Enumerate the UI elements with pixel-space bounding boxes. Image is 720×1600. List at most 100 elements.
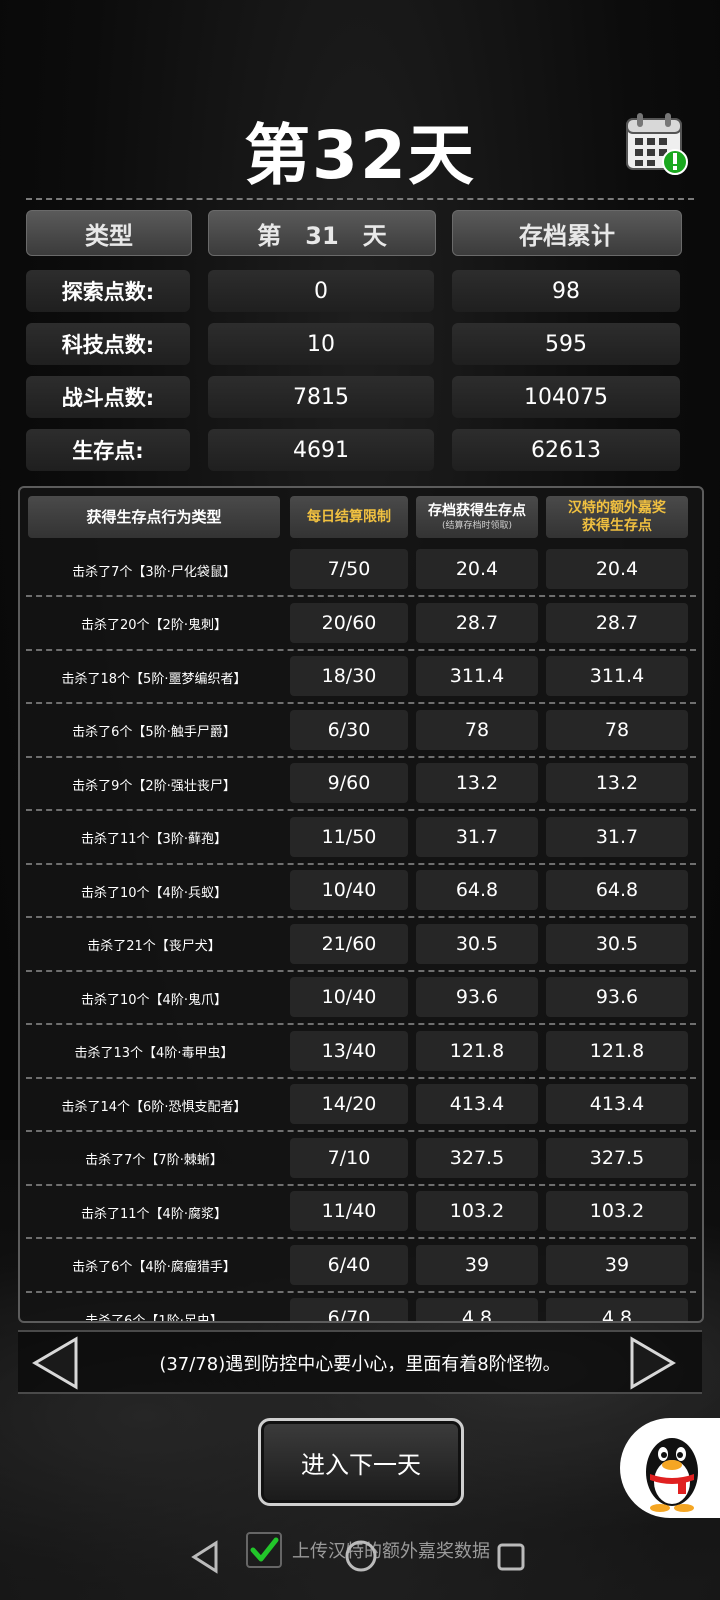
summary-header-total: 存档累计 bbox=[452, 210, 682, 256]
row-daily-limit: 13/40 bbox=[290, 1030, 408, 1071]
summary-label-battle: 战斗点数: bbox=[26, 376, 190, 418]
row-action: 击杀了13个【4阶·毒甲虫】 bbox=[74, 1046, 234, 1061]
summary-value-survival-day: 4691 bbox=[208, 429, 434, 471]
summary-value-tech-day: 10 bbox=[208, 323, 434, 365]
row-save-points: 78 bbox=[416, 709, 538, 750]
row-daily-limit: 6/30 bbox=[290, 709, 408, 750]
row-daily-limit: 21/60 bbox=[290, 923, 408, 964]
row-bonus-points: 121.8 bbox=[546, 1030, 688, 1071]
row-daily-limit: 11/40 bbox=[290, 1191, 408, 1231]
summary-value-battle-day: 7815 bbox=[208, 376, 434, 418]
row-daily-limit: 6/70 bbox=[290, 1298, 408, 1321]
row-bonus-points: 30.5 bbox=[546, 923, 688, 964]
row-action: 击杀了7个【7阶·棘蜥】 bbox=[85, 1153, 223, 1168]
summary-label-explore: 探索点数: bbox=[26, 270, 190, 312]
row-save-points: 31.7 bbox=[416, 816, 538, 857]
table-row: 击杀了11个【4阶·腐浆】 11/40 103.2 103.2 bbox=[20, 1186, 702, 1239]
row-action: 击杀了14个【6阶·恐惧支配者】 bbox=[61, 1099, 247, 1115]
summary-value-battle-total: 104075 bbox=[452, 376, 680, 418]
table-row: 击杀了6个【1阶·足虫】 6/70 4.8 4.8 bbox=[20, 1293, 702, 1323]
recents-nav-icon[interactable] bbox=[496, 1542, 526, 1576]
row-save-points: 30.5 bbox=[416, 923, 538, 964]
row-bonus-points: 93.6 bbox=[546, 977, 688, 1017]
table-row: 击杀了20个【2阶·鬼刺】 20/60 28.7 28.7 bbox=[20, 598, 702, 651]
table-row: 击杀了21个【丧尸犬】 21/60 30.5 30.5 bbox=[20, 919, 702, 972]
row-action: 击杀了6个【4阶·腐瘤猎手】 bbox=[72, 1260, 236, 1275]
row-save-points: 311.4 bbox=[416, 656, 538, 696]
row-save-points: 39 bbox=[416, 1244, 538, 1285]
row-action: 击杀了7个【3阶·尸化袋鼠】 bbox=[72, 564, 236, 580]
row-daily-limit: 10/40 bbox=[290, 870, 408, 910]
page-title: 第32天 bbox=[244, 117, 476, 194]
table-row: 击杀了6个【5阶·触手尸爵】 6/30 78 78 bbox=[20, 705, 702, 758]
next-day-button[interactable]: 进入下一天 bbox=[258, 1418, 464, 1506]
row-save-points: 4.8 bbox=[416, 1298, 538, 1321]
col-header-save: 存档获得生存点 (结算存档时领取) bbox=[416, 496, 538, 538]
col-header-action: 获得生存点行为类型 bbox=[28, 496, 280, 538]
col-header-limit: 每日结算限制 bbox=[290, 496, 408, 538]
row-bonus-points: 28.7 bbox=[546, 602, 688, 643]
table-row: 击杀了9个【2阶·强壮丧尸】 9/60 13.2 13.2 bbox=[20, 758, 702, 811]
row-save-points: 93.6 bbox=[416, 977, 538, 1017]
row-bonus-points: 39 bbox=[546, 1244, 688, 1285]
col-header-bonus: 汉特的额外嘉奖 获得生存点 bbox=[546, 496, 688, 538]
home-nav-icon[interactable] bbox=[343, 1538, 379, 1578]
row-action: 击杀了18个【5阶·噩梦编织者】 bbox=[61, 671, 247, 687]
row-daily-limit: 7/10 bbox=[290, 1137, 408, 1178]
table-row: 击杀了13个【4阶·毒甲虫】 13/40 121.8 121.8 bbox=[20, 1026, 702, 1079]
checkmark-icon bbox=[250, 1537, 279, 1562]
row-daily-limit: 6/40 bbox=[290, 1244, 408, 1285]
row-action: 击杀了10个【4阶·兵蚁】 bbox=[81, 885, 227, 901]
row-action: 击杀了6个【1阶·足虫】 bbox=[85, 1313, 223, 1323]
table-row: 击杀了18个【5阶·噩梦编织者】 18/30 311.4 311.4 bbox=[20, 651, 702, 704]
row-bonus-points: 103.2 bbox=[546, 1191, 688, 1231]
tip-text: (37/78)遇到防控中心要小心，里面有着8阶怪物。 bbox=[159, 1354, 561, 1375]
triangle-left-icon[interactable] bbox=[30, 1336, 80, 1390]
row-action: 击杀了20个【2阶·鬼刺】 bbox=[81, 618, 227, 633]
table-row: 击杀了14个【6阶·恐惧支配者】 14/20 413.4 413.4 bbox=[20, 1079, 702, 1132]
row-daily-limit: 11/50 bbox=[290, 816, 408, 857]
row-save-points: 20.4 bbox=[416, 549, 538, 589]
row-daily-limit: 20/60 bbox=[290, 602, 408, 643]
row-save-points: 103.2 bbox=[416, 1191, 538, 1231]
survival-points-table[interactable]: 获得生存点行为类型 每日结算限制 存档获得生存点 (结算存档时领取) 汉特的额外… bbox=[18, 486, 704, 1323]
row-action: 击杀了11个【3阶·藓孢】 bbox=[81, 832, 227, 847]
back-nav-icon[interactable] bbox=[190, 1540, 220, 1578]
row-save-points: 121.8 bbox=[416, 1030, 538, 1071]
table-row: 击杀了7个【3阶·尸化袋鼠】 7/50 20.4 20.4 bbox=[20, 544, 702, 597]
upload-label: 上传汉特的额外嘉奖数据 bbox=[292, 1541, 490, 1562]
row-action: 击杀了6个【5阶·触手尸爵】 bbox=[72, 725, 236, 740]
summary-header-type: 类型 bbox=[26, 210, 192, 256]
row-save-points: 64.8 bbox=[416, 870, 538, 910]
row-bonus-points: 78 bbox=[546, 709, 688, 750]
triangle-right-icon[interactable] bbox=[628, 1336, 678, 1390]
row-bonus-points: 327.5 bbox=[546, 1137, 688, 1178]
qq-penguin-icon[interactable] bbox=[620, 1418, 720, 1518]
row-bonus-points: 413.4 bbox=[546, 1084, 688, 1124]
table-row: 击杀了10个【4阶·兵蚁】 10/40 64.8 64.8 bbox=[20, 865, 702, 918]
summary-label-tech: 科技点数: bbox=[26, 323, 190, 365]
row-save-points: 327.5 bbox=[416, 1137, 538, 1178]
row-daily-limit: 7/50 bbox=[290, 549, 408, 589]
summary-value-survival-total: 62613 bbox=[452, 429, 680, 471]
table-row: 击杀了11个【3阶·藓孢】 11/50 31.7 31.7 bbox=[20, 812, 702, 865]
game-screen: 第32天 类型 第 31 天 存档累计 探索点数: 0 98 科技点数: 10 … bbox=[0, 0, 720, 1600]
row-bonus-points: 31.7 bbox=[546, 816, 688, 857]
divider bbox=[26, 198, 694, 200]
row-daily-limit: 9/60 bbox=[290, 763, 408, 803]
row-daily-limit: 18/30 bbox=[290, 656, 408, 696]
row-save-points: 28.7 bbox=[416, 602, 538, 643]
row-bonus-points: 64.8 bbox=[546, 870, 688, 910]
table-row: 击杀了10个【4阶·鬼爪】 10/40 93.6 93.6 bbox=[20, 972, 702, 1025]
upload-checkbox[interactable] bbox=[246, 1532, 282, 1568]
row-bonus-points: 4.8 bbox=[546, 1298, 688, 1321]
row-save-points: 413.4 bbox=[416, 1084, 538, 1124]
row-daily-limit: 10/40 bbox=[290, 977, 408, 1017]
row-action: 击杀了9个【2阶·强壮丧尸】 bbox=[72, 778, 236, 794]
row-bonus-points: 311.4 bbox=[546, 656, 688, 696]
summary-value-explore-day: 0 bbox=[208, 270, 434, 312]
row-daily-limit: 14/20 bbox=[290, 1084, 408, 1124]
row-action: 击杀了10个【4阶·鬼爪】 bbox=[81, 992, 227, 1008]
calendar-icon[interactable] bbox=[624, 110, 690, 176]
row-bonus-points: 13.2 bbox=[546, 763, 688, 803]
